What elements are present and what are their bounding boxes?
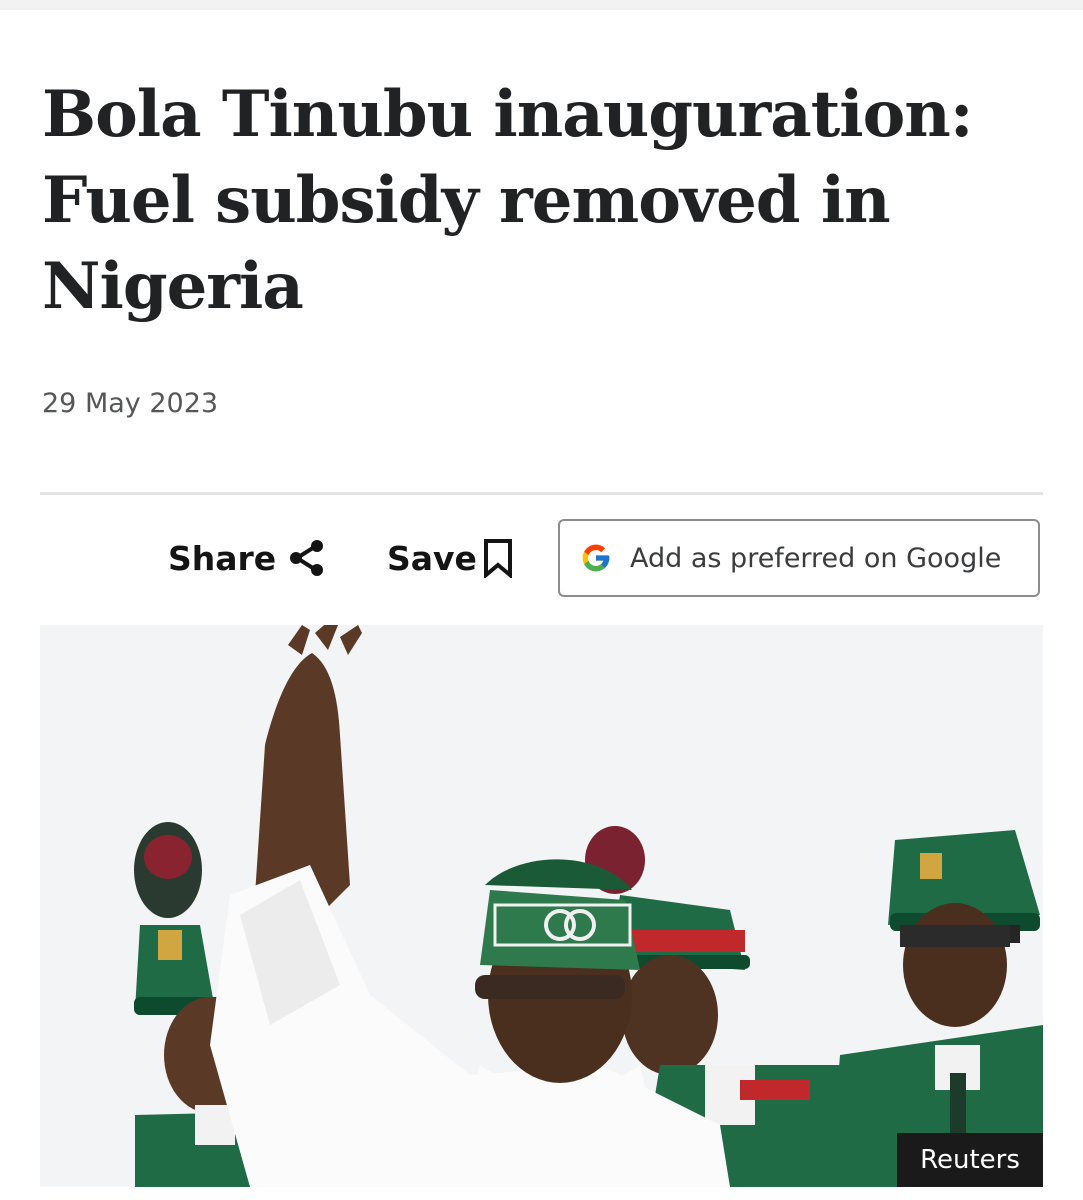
article-date: 29 May 2023 bbox=[42, 388, 219, 419]
share-button[interactable]: Share bbox=[168, 534, 324, 582]
bookmark-icon bbox=[483, 539, 512, 578]
google-preferred-label: Add as preferred on Google bbox=[630, 542, 1002, 574]
hero-photo bbox=[40, 625, 1043, 1187]
article-headline: Bola Tinubu inauguration: Fuel subsidy r… bbox=[42, 77, 973, 324]
add-preferred-google-button[interactable]: Add as preferred on Google bbox=[558, 519, 1040, 597]
image-credit: Reuters bbox=[897, 1133, 1043, 1187]
save-button[interactable]: Save bbox=[387, 534, 513, 582]
divider bbox=[40, 492, 1043, 495]
top-bar bbox=[0, 0, 1083, 10]
share-icon bbox=[290, 540, 324, 576]
save-label: Save bbox=[387, 538, 477, 578]
google-g-icon bbox=[582, 544, 610, 572]
hero-image: Reuters bbox=[40, 625, 1043, 1187]
share-label: Share bbox=[168, 538, 277, 578]
